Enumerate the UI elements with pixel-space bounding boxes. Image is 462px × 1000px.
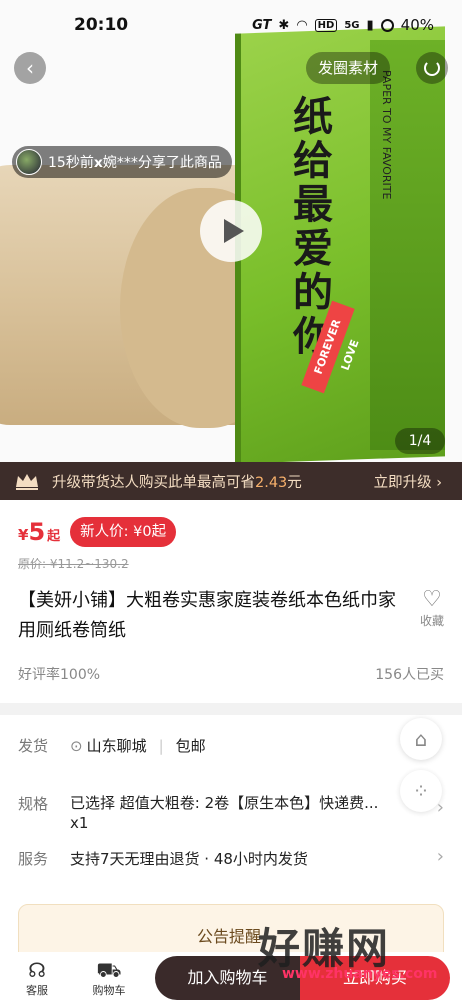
network-label: GT [252,17,272,33]
status-icons: GT ✱ ◠ HD 5G ▮ 40% [252,16,434,34]
chevron-right-icon: › [436,797,444,818]
price-value: 5 [28,518,46,546]
signal-label: 5G [344,19,360,31]
wifi-icon: ◠ [296,17,308,33]
cart-tab[interactable]: ⛟ 购物车 [84,958,134,998]
favorite-button[interactable]: ♡ 收藏 [414,588,450,629]
upgrade-text-suffix: 元 [287,474,302,491]
cart-icon: ⛟ [96,958,122,982]
status-time: 20:10 [74,15,129,35]
price-suffix: 起 [47,529,61,544]
separator: | [158,737,164,755]
hd-badge: HD [314,18,338,32]
product-title: 【美妍小铺】大粗卷实惠家庭装卷纸本色纸巾家用厕纸卷筒纸 [18,590,396,641]
upgrade-banner[interactable]: 升级带货达人购买此单最高可省2.43元 立即升级 › [0,462,462,500]
service-value: 支持7天无理由退货 · 48小时内发货 [70,850,308,868]
bluetooth-icon: ✱ [278,17,290,33]
upgrade-text-prefix: 升级带货达人购买此单最高可省 [52,474,255,491]
play-icon [224,219,244,243]
spec-label: 规格 [18,795,49,813]
chevron-right-icon: › [436,474,442,491]
heart-plus-icon: ♡ [422,587,442,612]
product-gallery[interactable]: 纸给最爱的你 PAPER TO MY FAVORITE FOREVER LOVE… [0,0,462,462]
free-shipping: 包邮 [175,737,206,755]
upgrade-now-link[interactable]: 立即升级 › [374,471,442,492]
spec-row[interactable]: 规格 已选择 超值大粗卷: 2卷【原生本色】快递费... x1 › [18,793,448,833]
share-material-button[interactable]: 发圈素材 [306,52,391,84]
recent-share-text: 15秒前𝘅婉***分享了此商品 [48,155,222,171]
battery-level: 40% [400,16,434,34]
home-button[interactable]: ⌂ [400,718,442,760]
chevron-left-icon: ‹ [26,56,34,80]
signal-icon: ▮ [366,17,374,33]
sharer-avatar [16,149,42,175]
spec-selected: 已选择 超值大粗卷: 2卷【原生本色】快递费... [70,794,379,812]
cart-label: 购物车 [92,984,126,997]
service-label: 服务 [18,850,49,868]
battery-icon [380,18,394,32]
customer-service-label: 客服 [26,984,48,997]
shipping-info: ⊙ 山东聊城 | 包邮 [70,735,206,756]
price-row: ¥ 5 起 新人价: ¥0起 [18,516,177,548]
image-pager: 1/4 [395,428,445,454]
share-button[interactable] [416,52,448,84]
package-brand: PAPER TO MY FAVORITE [380,70,393,200]
shipping-row: 发货 ⊙ 山东聊城 | 包邮 [18,735,448,756]
spec-value: 已选择 超值大粗卷: 2卷【原生本色】快递费... x1 [70,793,420,833]
upgrade-text: 升级带货达人购买此单最高可省2.43元 [52,471,302,492]
headset-icon: ☊ [28,958,46,982]
play-video-button[interactable] [200,200,262,262]
recent-share-notice: 15秒前𝘅婉***分享了此商品 [12,146,232,178]
home-icon: ⌂ [414,727,428,751]
upgrade-amount: 2.43 [255,474,288,491]
ship-from: 山东聊城 [86,737,147,755]
price-currency: ¥ [18,526,29,544]
shipping-label: 发货 [18,737,49,755]
location-icon: ⊙ [70,737,83,755]
favorite-label: 收藏 [419,614,444,628]
newbie-price-badge: 新人价: ¥0起 [70,517,177,547]
service-row[interactable]: 服务 支持7天无理由退货 · 48小时内发货 › [18,846,448,869]
chevron-right-icon: › [436,846,444,867]
spec-count: x1 [70,814,89,832]
customer-service-tab[interactable]: ☊ 客服 [12,958,62,998]
current-price: ¥ 5 起 [18,518,60,546]
crown-icon [16,474,38,490]
back-button[interactable]: ‹ [14,52,46,84]
rating-text: 好评率100% [18,667,101,683]
notice-title: 公告提醒 [197,927,262,946]
share-icon [424,60,440,76]
original-price: 原价: ¥11.2~130.2 [18,557,129,571]
section-divider [0,703,462,715]
upgrade-action-label: 立即升级 [373,474,432,491]
sold-count: 156人已买 [375,667,444,683]
watermark-url: www.zhuanyes.com [282,966,438,982]
status-bar: 20:10 GT ✱ ◠ HD 5G ▮ 40% [0,0,462,50]
